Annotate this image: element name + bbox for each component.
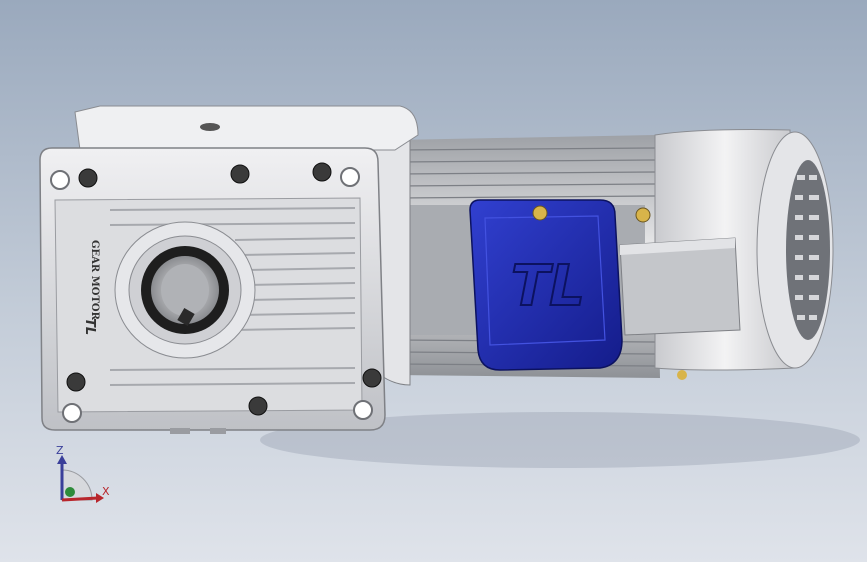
terminal-box[interactable]: TL [469,199,623,371]
terminal-box-screw [532,205,548,221]
gear-motor-model[interactable]: TL GEAR MOTOR TL [0,0,867,562]
triad-z-label: Z [56,444,64,457]
gearbox-nameplate: GEAR MOTOR [89,240,100,321]
side-junction-box[interactable] [619,237,741,336]
output-shaft-bore[interactable] [114,221,256,359]
ground-screw [635,207,651,223]
fan-grille [786,160,830,340]
housing-foot [170,428,190,434]
housing-foot [210,428,226,434]
terminal-box-logo: TL [511,254,585,319]
triad-x-label: X [102,485,110,498]
gearbox-logo: TL [82,318,97,335]
cad-viewport[interactable]: TL GEAR MOTOR TL Z X [0,0,867,562]
gearbox-housing[interactable]: GEAR MOTOR TL [39,105,419,431]
x-axis [61,496,99,502]
y-axis-dot [65,487,75,497]
drain-plug [677,370,687,380]
coordinate-triad[interactable] [57,455,104,503]
vent-plug [200,123,220,131]
